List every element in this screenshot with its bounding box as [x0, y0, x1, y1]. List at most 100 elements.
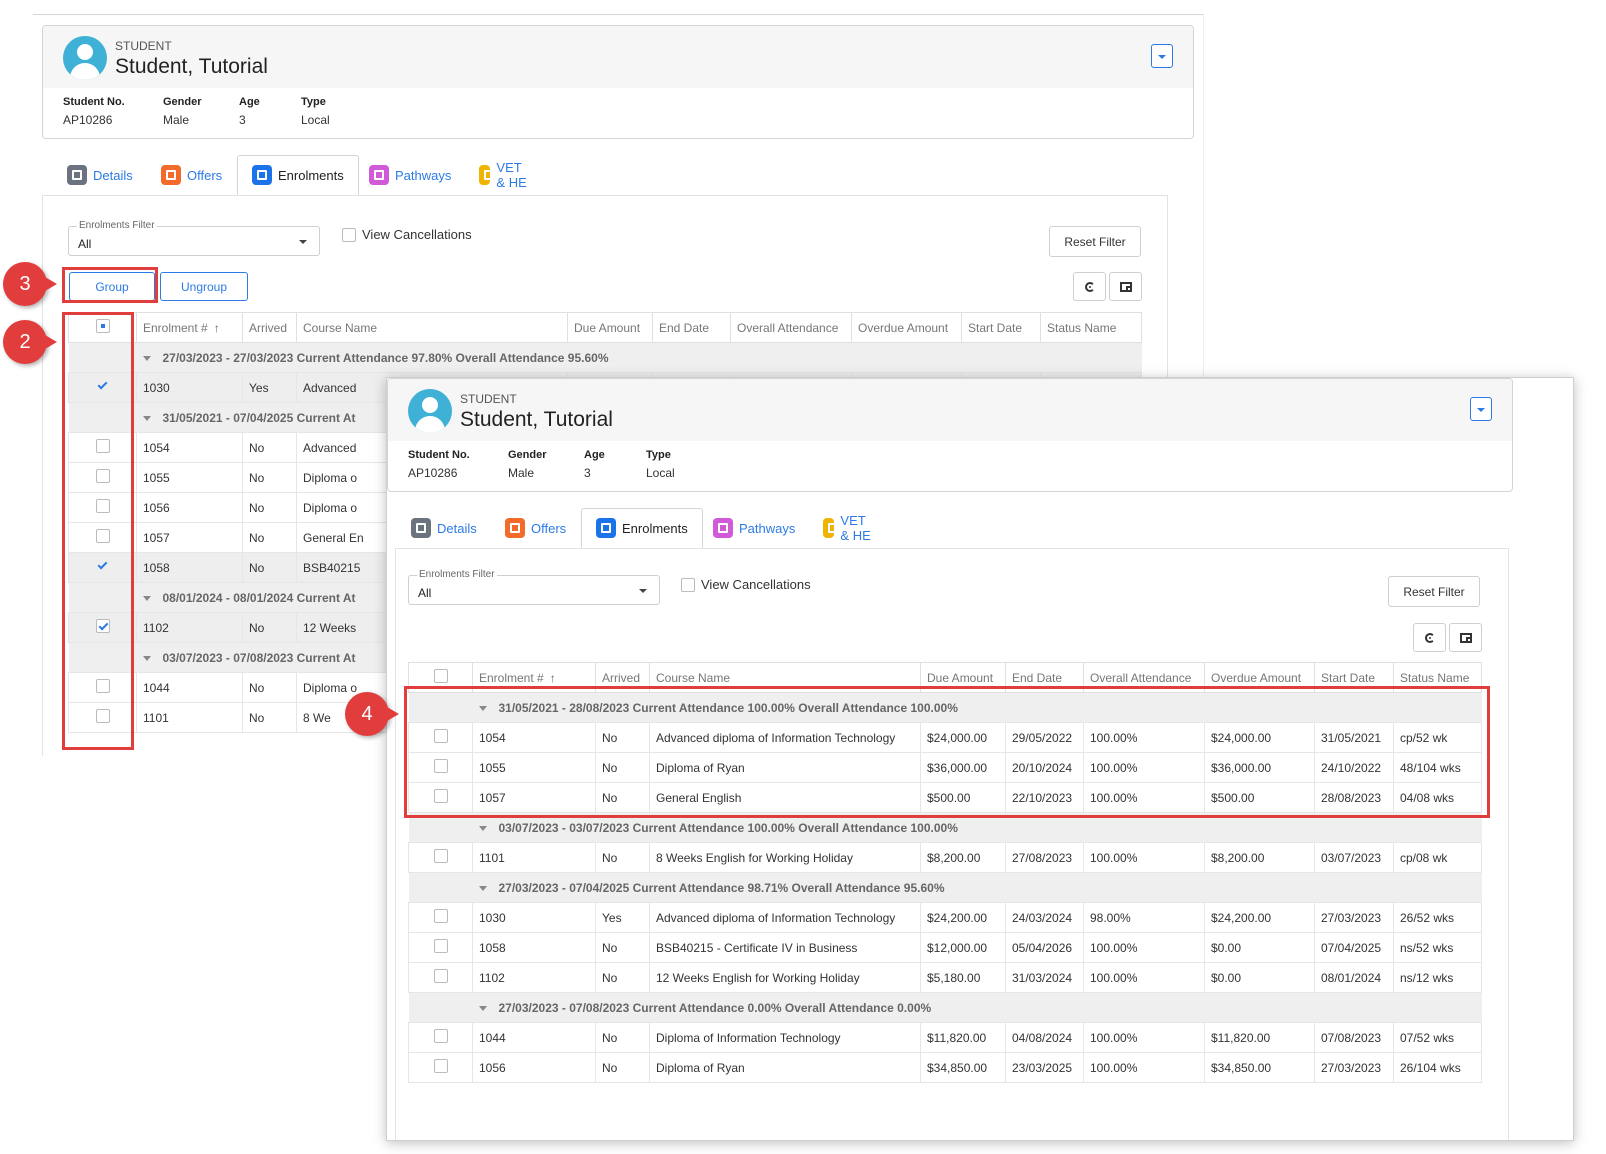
export-button[interactable]: [1109, 272, 1142, 301]
tab-pathways[interactable]: Pathways: [355, 155, 465, 195]
tab-enrolments[interactable]: Enrolments: [237, 155, 359, 195]
table-row[interactable]: 1102 No 12 Weeks English for Working Holid…: [408, 962, 1482, 993]
card-menu-button[interactable]: [1151, 44, 1173, 68]
row-checkbox[interactable]: [408, 722, 473, 753]
row-checkbox[interactable]: [68, 522, 137, 553]
table-cell: 27/08/2023: [1005, 842, 1084, 873]
column-header-status-name[interactable]: Status Name: [1393, 662, 1482, 693]
column-header-overall-attendance[interactable]: Overall Attendance: [1083, 662, 1205, 693]
column-header-due-amount[interactable]: Due Amount: [567, 312, 653, 343]
column-header-arrived[interactable]: Arrived: [242, 312, 297, 343]
column-header-status-name[interactable]: Status Name: [1040, 312, 1142, 343]
row-checkbox[interactable]: [68, 702, 137, 733]
column-header-enrolment[interactable]: Enrolment # ↑: [136, 312, 243, 343]
select-all-checkbox[interactable]: [68, 312, 137, 343]
field-age: Age 3: [584, 449, 605, 480]
column-header-overdue-amount[interactable]: Overdue Amount: [1204, 662, 1315, 693]
ungroup-button[interactable]: Ungroup: [160, 272, 248, 301]
group-row[interactable]: 27/03/2023 - 07/08/2023 Current Attendan…: [408, 992, 1482, 1023]
view-cancellations-checkbox[interactable]: View Cancellations: [681, 577, 811, 592]
group-row[interactable]: 27/03/2023 - 27/03/2023 Current Attendan…: [68, 342, 1142, 373]
column-header-start-date[interactable]: Start Date: [961, 312, 1041, 343]
table-row[interactable]: 1056 No Diploma of Ryan $34,850.00 23/03/202…: [408, 1052, 1482, 1083]
row-checkbox[interactable]: [68, 432, 137, 463]
select-all-checkbox[interactable]: [408, 662, 473, 693]
table-row[interactable]: 1058 No BSB40215 - Certificate IV in Busin…: [408, 932, 1482, 963]
reset-filter-button[interactable]: Reset Filter: [1049, 226, 1141, 257]
refresh-button[interactable]: [1413, 623, 1446, 652]
column-header-enrolment[interactable]: Enrolment # ↑: [472, 662, 596, 693]
tab-enrolments[interactable]: Enrolments: [581, 508, 703, 548]
collapse-arrow-icon[interactable]: [478, 1005, 487, 1011]
table-cell: 03/07/2023: [1314, 842, 1394, 873]
column-header-course-name[interactable]: Course Name: [649, 662, 921, 693]
table-row[interactable]: 1030 Yes Advanced diploma of Information T…: [408, 902, 1482, 933]
details-icon: [67, 165, 87, 185]
tab-vet-he[interactable]: VET & HE: [465, 155, 544, 195]
column-header-end-date[interactable]: End Date: [1005, 662, 1084, 693]
group-row[interactable]: 27/03/2023 - 07/04/2025 Current Attendan…: [408, 872, 1482, 903]
table-row[interactable]: 1054 No Advanced diploma of Information Te…: [408, 722, 1482, 753]
collapse-arrow-icon[interactable]: [142, 415, 151, 421]
row-checkbox[interactable]: [408, 902, 473, 933]
table-row[interactable]: 1044 No Diploma of Information Technology $…: [408, 1022, 1482, 1053]
row-checkbox[interactable]: [68, 552, 137, 583]
table-cell: 24/10/2022: [1314, 752, 1394, 783]
column-header-course-name[interactable]: Course Name: [296, 312, 568, 343]
column-header-end-date[interactable]: End Date: [652, 312, 731, 343]
tab-offers[interactable]: Offers: [491, 508, 580, 548]
table-cell: $34,850.00: [1204, 1052, 1315, 1083]
row-checkbox[interactable]: [408, 842, 473, 873]
group-row[interactable]: 03/07/2023 - 03/07/2023 Current Attendan…: [408, 812, 1482, 843]
column-header-due-amount[interactable]: Due Amount: [920, 662, 1006, 693]
group-row[interactable]: 31/05/2021 - 28/08/2023 Current Attendan…: [408, 692, 1482, 723]
enrolments-filter-select[interactable]: Enrolments Filter All: [408, 569, 660, 605]
row-checkbox[interactable]: [408, 752, 473, 783]
collapse-arrow-icon[interactable]: [142, 655, 151, 661]
tab-vet-he[interactable]: VET & HE: [809, 508, 888, 548]
reset-filter-button[interactable]: Reset Filter: [1388, 576, 1480, 607]
row-checkbox[interactable]: [408, 1052, 473, 1083]
grid-header-row: Enrolment # ↑ Arrived Course Name Due Amo…: [68, 312, 1142, 343]
table-cell: No: [242, 702, 297, 733]
table-cell: $0.00: [1204, 932, 1315, 963]
table-cell: 1056: [472, 1052, 596, 1083]
table-cell: 26/52 wks: [1393, 902, 1482, 933]
collapse-arrow-icon[interactable]: [142, 595, 151, 601]
row-checkbox[interactable]: [68, 492, 137, 523]
tab-details[interactable]: Details: [53, 155, 147, 195]
table-cell: No: [595, 782, 650, 813]
view-cancellations-checkbox[interactable]: View Cancellations: [342, 227, 472, 242]
refresh-button[interactable]: [1073, 272, 1106, 301]
row-checkbox[interactable]: [408, 962, 473, 993]
export-button[interactable]: [1449, 623, 1482, 652]
row-checkbox[interactable]: [68, 612, 137, 643]
collapse-arrow-icon[interactable]: [478, 885, 487, 891]
collapse-arrow-icon[interactable]: [478, 825, 487, 831]
table-cell: 1030: [136, 372, 243, 403]
row-checkbox[interactable]: [408, 932, 473, 963]
column-header-start-date[interactable]: Start Date: [1314, 662, 1394, 693]
collapse-arrow-icon[interactable]: [478, 705, 487, 711]
column-header-overall-attendance[interactable]: Overall Attendance: [730, 312, 852, 343]
row-checkbox[interactable]: [408, 782, 473, 813]
card-menu-button[interactable]: [1470, 397, 1492, 421]
group-label: 27/03/2023 - 27/03/2023 Current Attendan…: [162, 350, 609, 365]
table-cell: Yes: [595, 902, 650, 933]
group-button[interactable]: Group: [69, 272, 155, 301]
row-checkbox[interactable]: [68, 372, 137, 403]
collapse-arrow-icon[interactable]: [142, 355, 151, 361]
row-checkbox[interactable]: [68, 462, 137, 493]
tab-pathways[interactable]: Pathways: [699, 508, 809, 548]
enrolments-filter-select[interactable]: Enrolments Filter All: [68, 220, 320, 256]
tab-details[interactable]: Details: [397, 508, 491, 548]
table-row[interactable]: 1057 No General English $500.00 22/10/2023 10…: [408, 782, 1482, 813]
table-row[interactable]: 1055 No Diploma of Ryan $36,000.00 20/10/202…: [408, 752, 1482, 783]
table-cell: $5,180.00: [920, 962, 1006, 993]
tab-offers[interactable]: Offers: [147, 155, 236, 195]
row-checkbox[interactable]: [68, 672, 137, 703]
table-row[interactable]: 1101 No 8 Weeks English for Working Holida…: [408, 842, 1482, 873]
row-checkbox[interactable]: [408, 1022, 473, 1053]
column-header-arrived[interactable]: Arrived: [595, 662, 650, 693]
column-header-overdue-amount[interactable]: Overdue Amount: [851, 312, 962, 343]
